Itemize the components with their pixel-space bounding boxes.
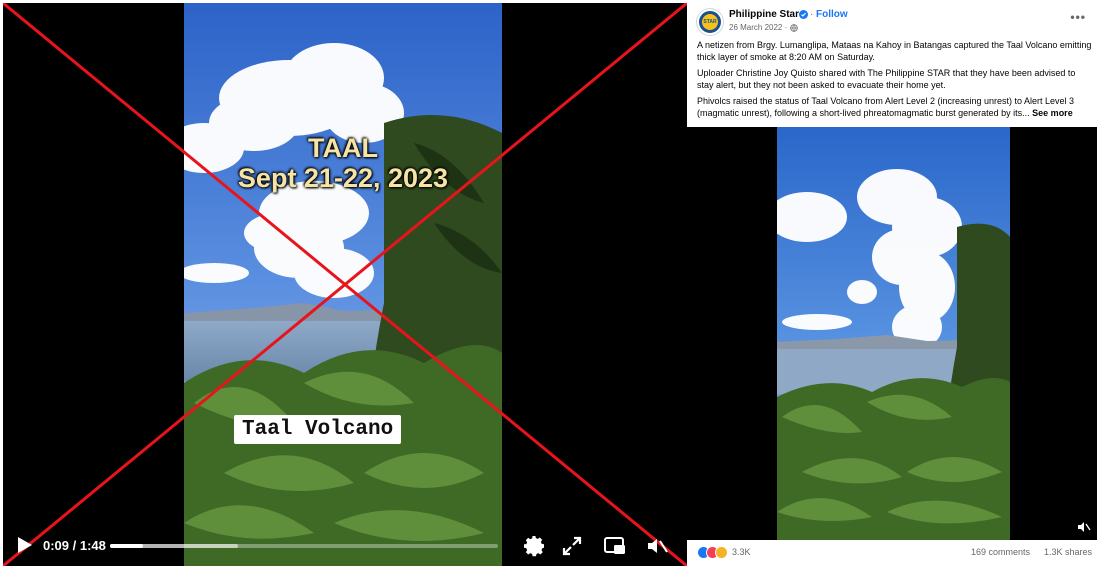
left-video-frame: TAAL Sept 21-22, 2023 Taal Volcano <box>184 3 502 566</box>
post-body-text: A netizen from Brgy. Lumanglipa, Mataas … <box>697 40 1092 124</box>
gear-icon <box>524 536 544 557</box>
post-video-frame <box>777 127 1010 540</box>
picture-in-picture-button[interactable] <box>603 535 627 557</box>
post-paragraph-3: Phivolcs raised the status of Taal Volca… <box>697 96 1092 119</box>
post-video-player[interactable] <box>687 127 1097 540</box>
comments-count[interactable]: 169 comments <box>971 547 1030 557</box>
post-paragraph-1: A netizen from Brgy. Lumanglipa, Mataas … <box>697 40 1092 62</box>
left-video-scene <box>184 3 502 566</box>
mute-button[interactable] <box>645 535 669 557</box>
follow-button[interactable]: Follow <box>816 9 848 20</box>
verified-badge-icon <box>799 10 808 19</box>
post-video-scene <box>777 127 1010 540</box>
progress-bar[interactable] <box>110 544 498 548</box>
post-timestamp[interactable]: 26 March 2022 · <box>729 23 787 32</box>
see-more-link[interactable]: See more <box>1032 108 1073 118</box>
time-display: 0:09 / 1:48 <box>43 538 106 553</box>
follow-separator: · <box>810 9 814 20</box>
expand-icon <box>562 536 582 556</box>
facebook-post: STAR Philippine Star · Follow 26 March 2… <box>687 0 1100 569</box>
globe-icon <box>790 24 798 32</box>
page-name-link[interactable]: Philippine Star <box>729 9 799 20</box>
play-button[interactable] <box>13 534 35 556</box>
post-paragraph-2: Uploader Christine Joy Quisto shared wit… <box>697 68 1076 90</box>
reactions-count[interactable]: 3.3K <box>732 547 751 557</box>
video-controls-bar: 0:09 / 1:48 <box>3 526 687 566</box>
picture-in-picture-icon <box>604 537 625 554</box>
post-video-mute-icon[interactable] <box>1077 520 1091 534</box>
fullscreen-button[interactable] <box>561 535 583 557</box>
shares-count[interactable]: 1.3K shares <box>1044 547 1092 557</box>
post-paragraph-3-text: Phivolcs raised the status of Taal Volca… <box>697 96 1075 118</box>
avatar-logo: STAR <box>702 14 718 30</box>
overlay-title-line2: Sept 21-22, 2023 <box>237 163 449 193</box>
more-options-icon[interactable]: ••• <box>1070 10 1086 24</box>
wow-icon <box>715 546 728 559</box>
overlay-location-label: Taal Volcano <box>234 415 402 444</box>
volume-muted-icon <box>648 539 668 553</box>
progress-played <box>110 544 143 548</box>
play-icon <box>18 537 32 553</box>
overlay-title-line1: TAAL <box>308 133 378 163</box>
reaction-icons[interactable] <box>697 546 731 560</box>
post-header: STAR Philippine Star · Follow 26 March 2… <box>697 8 1092 38</box>
post-footer: 3.3K 169 comments 1.3K shares <box>697 545 1092 563</box>
avatar[interactable]: STAR <box>697 9 723 35</box>
left-video-player[interactable]: TAAL Sept 21-22, 2023 Taal Volcano 0:09 … <box>3 3 687 566</box>
settings-button[interactable] <box>523 534 547 558</box>
